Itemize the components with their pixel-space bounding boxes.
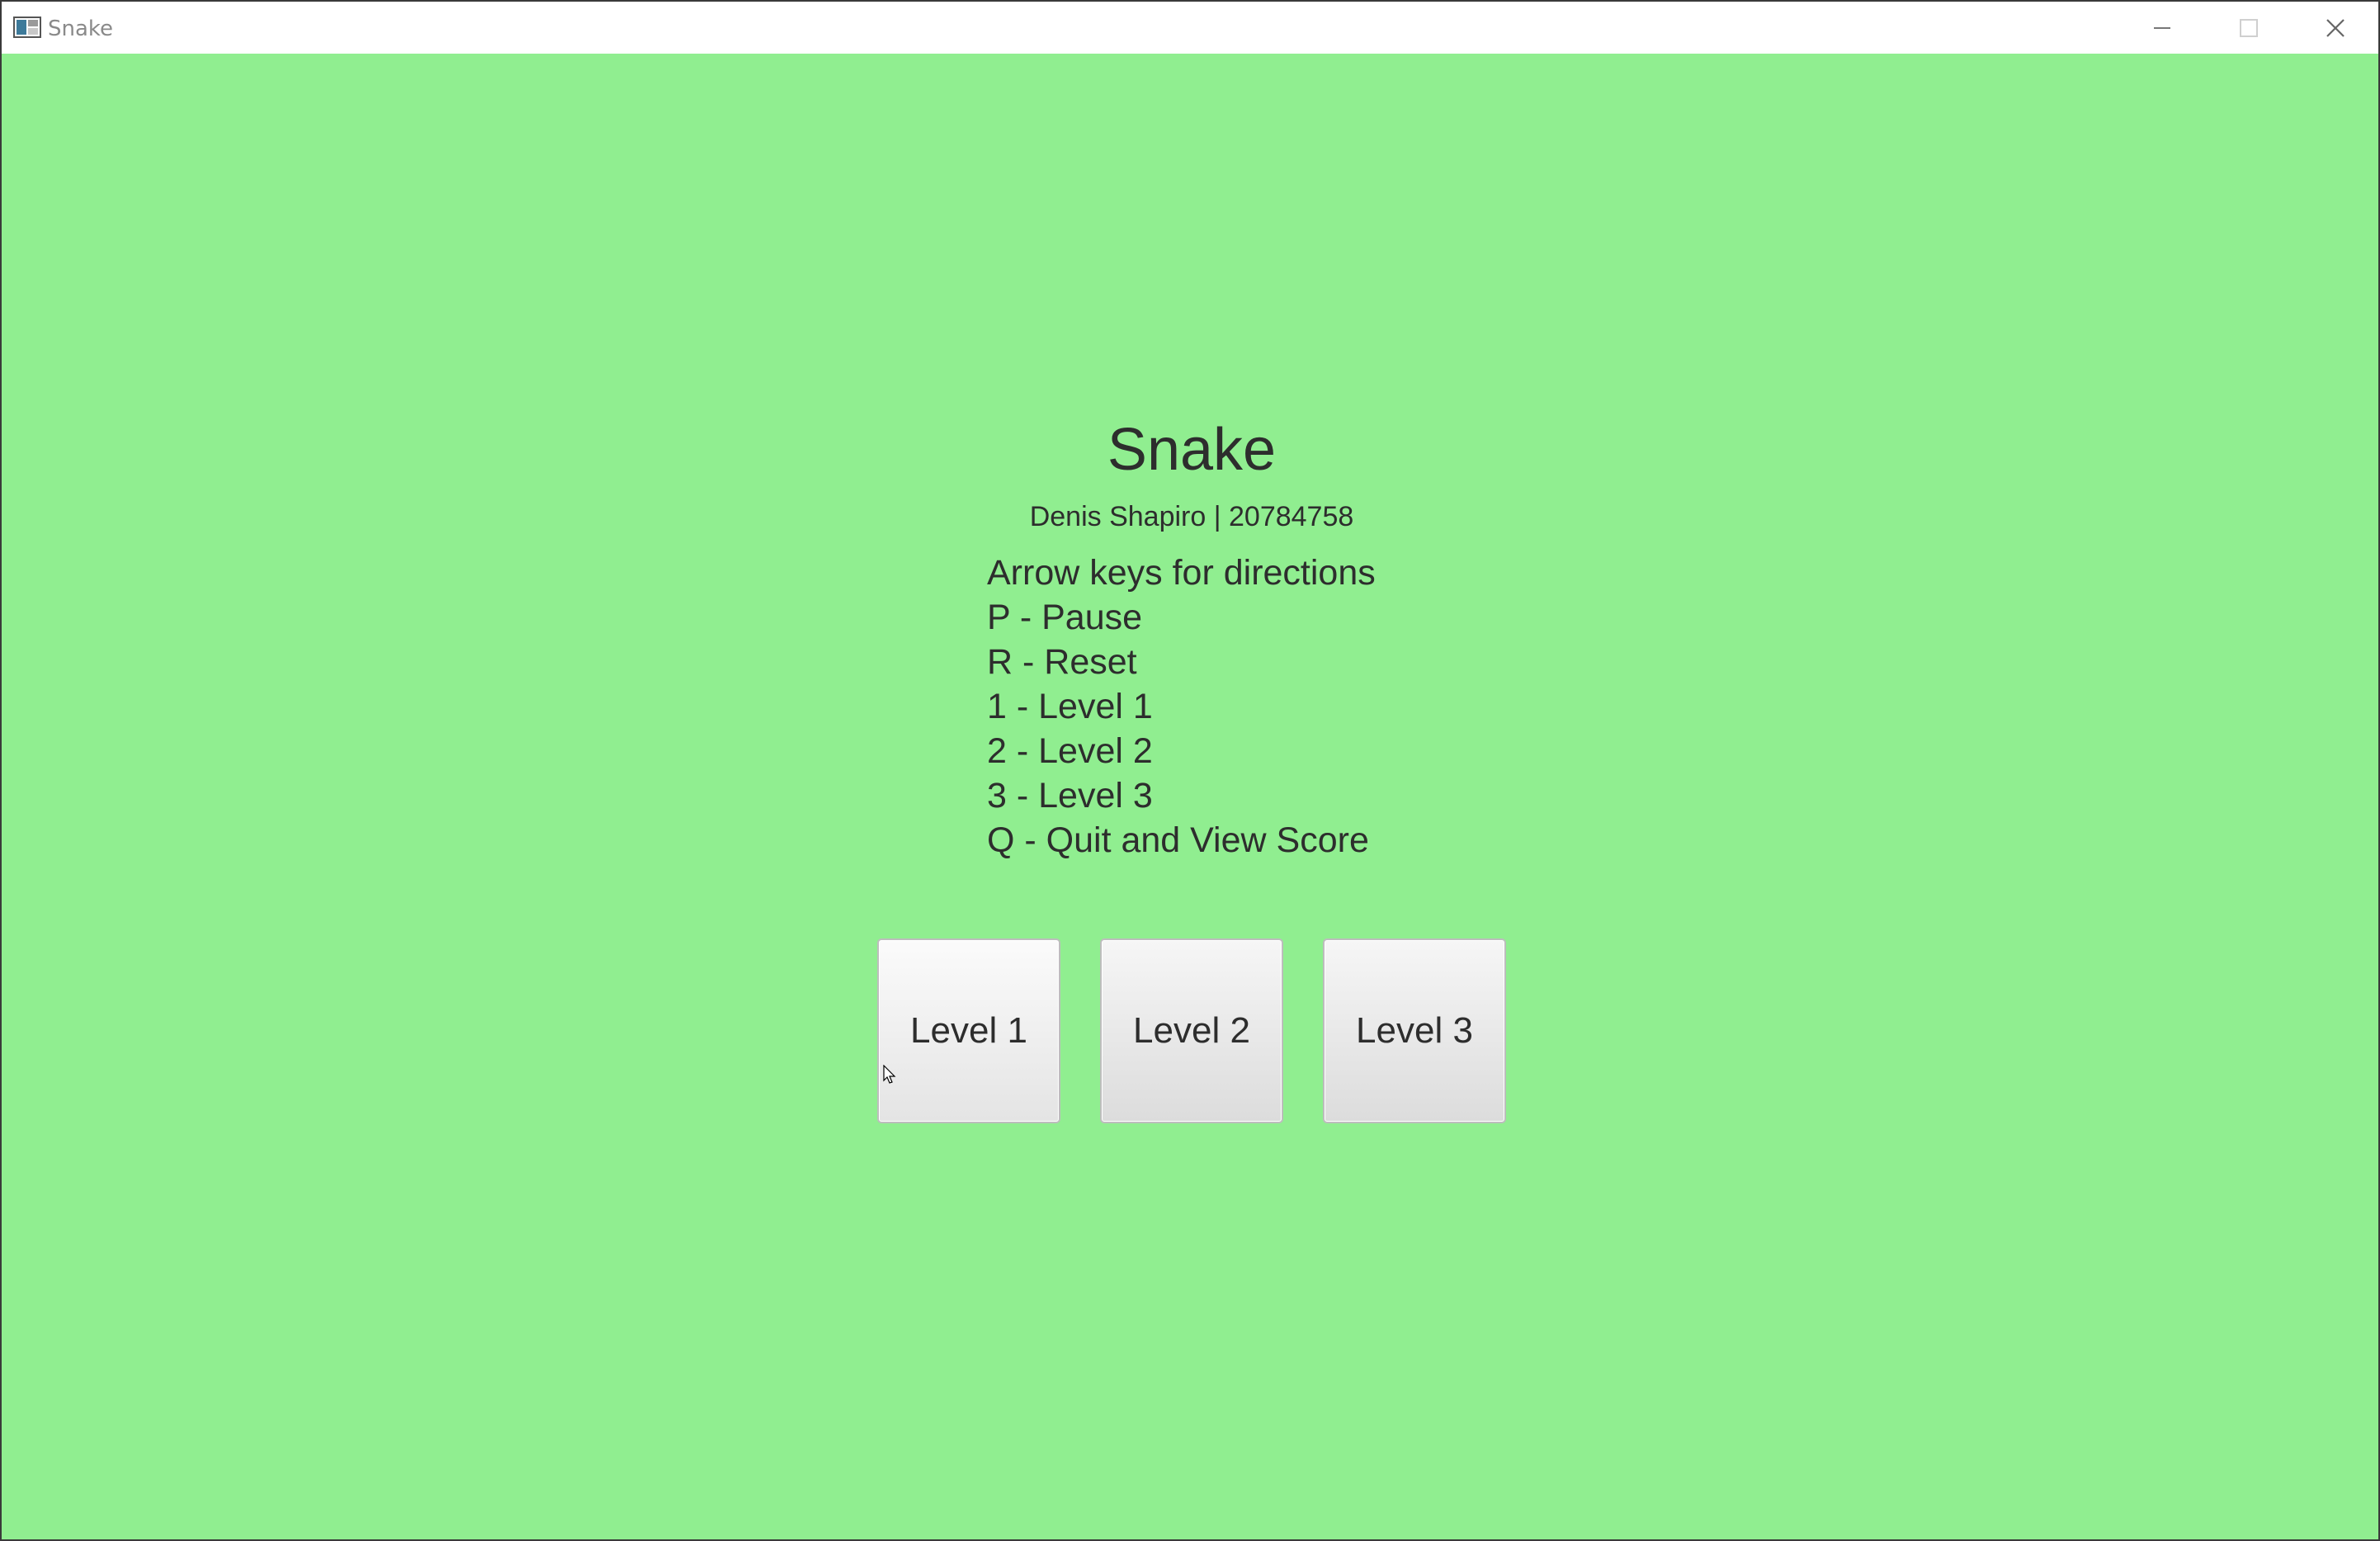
instruction-item: Arrow keys for directions — [987, 553, 1376, 593]
snake-window: Snake Snake Denis Shapiro | 20784758 Arr… — [0, 0, 2380, 1541]
maximize-icon — [2240, 18, 2258, 37]
close-button[interactable] — [2293, 2, 2378, 54]
app-window-icon — [13, 17, 41, 38]
game-menu-area: Snake Denis Shapiro | 20784758 Arrow key… — [2, 54, 2378, 1539]
instruction-item: Q - Quit and View Score — [987, 820, 1369, 860]
mouse-cursor-icon — [883, 1065, 896, 1084]
close-icon — [2326, 18, 2345, 37]
instruction-item: R - Reset — [987, 642, 1137, 682]
level-buttons: Level 1 Level 2 Level 3 — [877, 938, 1508, 1123]
instruction-item: P - Pause — [987, 598, 1143, 637]
minimize-icon — [2154, 26, 2170, 29]
author-line: Denis Shapiro | 20784758 — [1029, 501, 1354, 532]
title-bar[interactable]: Snake — [2, 2, 2378, 54]
level-2-button[interactable]: Level 2 — [1100, 938, 1283, 1123]
minimize-button[interactable] — [2119, 2, 2205, 54]
game-title: Snake — [1107, 417, 1277, 483]
instruction-item: 2 - Level 2 — [987, 731, 1153, 771]
instructions-list: Arrow keys for directions P - Pause R - … — [987, 551, 1376, 863]
maximize-button[interactable] — [2206, 2, 2292, 54]
window-title: Snake — [48, 17, 114, 41]
level-1-button[interactable]: Level 1 — [877, 938, 1060, 1123]
level-3-button[interactable]: Level 3 — [1323, 938, 1506, 1123]
instruction-item: 1 - Level 1 — [987, 687, 1153, 726]
instruction-item: 3 - Level 3 — [987, 776, 1153, 815]
